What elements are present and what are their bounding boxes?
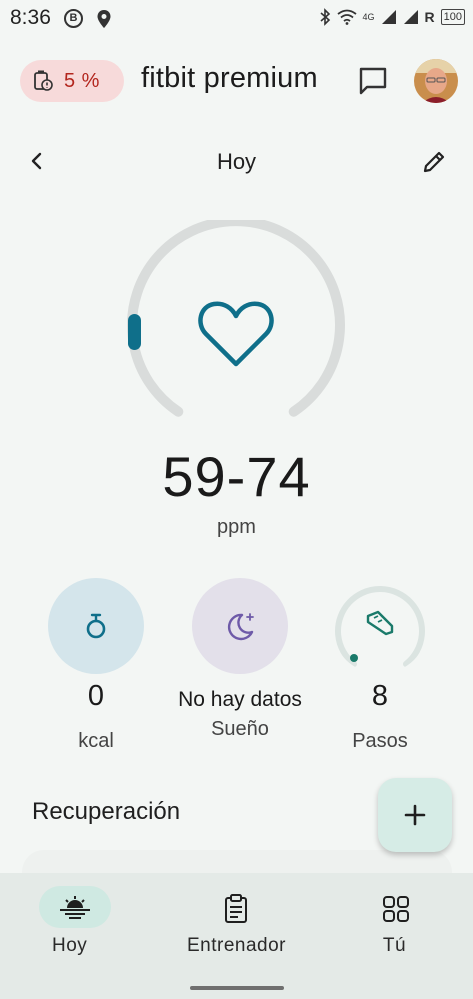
- signal-icon: [381, 10, 396, 24]
- app-title: fitbit premium: [141, 62, 318, 94]
- b-badge-icon: B: [64, 9, 83, 28]
- profile-photo-icon: [414, 59, 458, 103]
- plus-icon: [404, 804, 426, 826]
- nav-label-today: Hoy: [52, 935, 88, 956]
- apple-icon: [86, 613, 106, 639]
- sleep-label: Sueño: [211, 718, 269, 740]
- watch-battery-icon: [34, 70, 53, 91]
- calories-button[interactable]: [48, 578, 144, 674]
- location-icon: [97, 10, 111, 28]
- steps-ring: [335, 586, 425, 667]
- nav-item-you[interactable]: Tú: [316, 873, 473, 973]
- nav-item-today[interactable]: Hoy: [0, 873, 157, 973]
- message-icon: [359, 67, 387, 95]
- home-indicator[interactable]: [190, 986, 284, 990]
- sleep-button[interactable]: [192, 578, 288, 674]
- pencil-icon: [423, 151, 445, 173]
- heart-rate-unit: ppm: [217, 516, 256, 538]
- sleep-value: No hay datos: [178, 688, 302, 711]
- steps-button[interactable]: [332, 578, 428, 674]
- wifi-icon: [336, 9, 357, 25]
- status-bar: 8:36 B 4G R 100: [0, 0, 473, 40]
- nav-item-coach[interactable]: Entrenador: [158, 873, 315, 973]
- avatar[interactable]: [414, 59, 458, 103]
- network-type: 4G: [362, 12, 375, 22]
- bottom-nav: Hoy Entrenador Tú: [0, 873, 473, 999]
- signal-2-icon: [403, 10, 418, 24]
- gauge-marker: [128, 314, 141, 350]
- page-title: Hoy: [216, 149, 257, 174]
- battery-percent: 5 %: [64, 69, 100, 92]
- calories-value: 0: [87, 680, 105, 712]
- heart-icon: [198, 301, 274, 367]
- heart-rate-value: 59-74: [162, 445, 311, 508]
- grid-icon: [383, 896, 409, 922]
- nav-label-you: Tú: [382, 935, 407, 956]
- calories-label: kcal: [78, 730, 114, 752]
- moon-stars-icon: [227, 613, 254, 641]
- clipboard-icon: [225, 894, 247, 923]
- steps-value: 8: [371, 680, 389, 712]
- device-battery-chip[interactable]: 5 %: [20, 60, 124, 102]
- roaming-indicator: R: [424, 9, 435, 25]
- add-button[interactable]: [378, 778, 452, 852]
- edit-button[interactable]: [418, 146, 450, 178]
- shoe-icon: [366, 610, 394, 636]
- status-time: 8:36: [10, 6, 51, 29]
- status-icons: 4G R 100: [319, 8, 465, 26]
- steps-progress-dot: [350, 654, 358, 662]
- messages-button[interactable]: [356, 64, 390, 98]
- steps-label: Pasos: [352, 730, 408, 752]
- bluetooth-icon: [319, 8, 330, 26]
- today-icon: [60, 896, 90, 919]
- heart-rate-gauge[interactable]: [120, 220, 352, 452]
- recovery-title: Recuperación: [32, 798, 181, 825]
- nav-label-coach: Entrenador: [186, 935, 286, 956]
- battery-indicator: 100: [440, 9, 465, 25]
